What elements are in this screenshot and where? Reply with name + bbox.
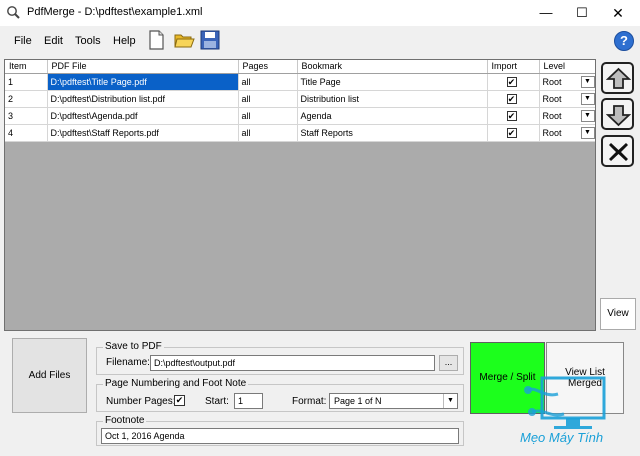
column-header-pages[interactable]: Pages: [238, 60, 298, 74]
level-dropdown-button[interactable]: ▼: [580, 126, 595, 139]
cell-bookmark[interactable]: Staff Reports: [297, 124, 488, 142]
level-dropdown-button[interactable]: ▼: [580, 92, 595, 105]
column-header-item[interactable]: Item: [5, 60, 48, 74]
level-value: Root: [542, 127, 562, 138]
table-row[interactable]: 3 D:\pdftest\Agenda.pdf all Agenda ✔ Root ▼: [5, 107, 595, 125]
cell-level[interactable]: Root ▼: [539, 90, 595, 108]
footnote-input[interactable]: Oct 1, 2016 Agenda: [101, 428, 459, 444]
import-checkbox[interactable]: ✔: [506, 76, 517, 87]
cell-import[interactable]: ✔: [487, 73, 540, 91]
cell-pages[interactable]: all: [238, 73, 298, 91]
cell-import[interactable]: ✔: [487, 90, 540, 108]
down-arrow-icon: [606, 105, 631, 127]
cell-pages[interactable]: all: [238, 124, 298, 142]
check-icon: ✔: [507, 110, 516, 121]
title-bar: PdfMerge - D:\pdftest\example1.xml — ☐ ✕: [0, 0, 640, 26]
chevron-down-icon: ▼: [443, 394, 457, 408]
footnote-group: Footnote Oct 1, 2016 Agenda: [96, 415, 464, 446]
watermark-text: Mẹo Máy Tính: [520, 430, 604, 445]
start-input[interactable]: 1: [234, 393, 263, 409]
column-header-import[interactable]: Import: [487, 60, 540, 74]
column-header-level[interactable]: Level: [539, 60, 595, 74]
cell-pdf-file[interactable]: D:\pdftest\Staff Reports.pdf: [47, 124, 239, 142]
app-magnifier-icon: [7, 6, 20, 19]
level-value: Root: [542, 110, 562, 121]
footnote-label: Footnote: [103, 415, 147, 426]
menu-bar: File Edit Tools Help: [0, 26, 640, 56]
format-select[interactable]: Page 1 of N ▼: [329, 393, 458, 409]
page-numbering-group: Page Numbering and Foot Note Number Page…: [96, 378, 464, 412]
up-arrow-icon: [606, 67, 631, 89]
cell-import[interactable]: ✔: [487, 124, 540, 142]
cell-item[interactable]: 4: [5, 124, 48, 142]
level-value: Root: [542, 76, 562, 87]
level-dropdown-button[interactable]: ▼: [580, 109, 595, 122]
close-button[interactable]: ✕: [600, 0, 636, 26]
cell-pdf-file[interactable]: D:\pdftest\Distribution list.pdf: [47, 90, 239, 108]
format-select-value: Page 1 of N: [334, 396, 382, 406]
filename-label: Filename:: [106, 357, 150, 368]
start-label: Start:: [205, 396, 229, 407]
save-to-pdf-group: Save to PDF Filename: D:\pdftest\output.…: [96, 341, 464, 375]
number-pages-checkbox[interactable]: ✔: [174, 395, 185, 406]
menu-edit[interactable]: Edit: [44, 35, 63, 47]
add-files-button[interactable]: Add Files: [12, 338, 87, 413]
cell-level[interactable]: Root ▼: [539, 107, 595, 125]
open-folder-icon[interactable]: [173, 29, 195, 51]
menu-tools[interactable]: Tools: [75, 35, 101, 47]
check-icon: ✔: [507, 93, 516, 104]
import-checkbox[interactable]: ✔: [506, 110, 517, 121]
cell-bookmark[interactable]: Distribution list: [297, 90, 488, 108]
help-icon[interactable]: ?: [614, 31, 634, 51]
save-to-pdf-label: Save to PDF: [103, 341, 164, 352]
cell-bookmark[interactable]: Title Page: [297, 73, 488, 91]
move-down-button[interactable]: [601, 98, 634, 130]
cell-level[interactable]: Root ▼: [539, 73, 595, 91]
table-row[interactable]: 4 D:\pdftest\Staff Reports.pdf all Staff Re…: [5, 124, 595, 142]
cell-import[interactable]: ✔: [487, 107, 540, 125]
check-icon: ✔: [507, 76, 516, 87]
column-header-bookmark[interactable]: Bookmark: [297, 60, 488, 74]
menu-file[interactable]: File: [14, 35, 32, 47]
cell-pages[interactable]: all: [238, 90, 298, 108]
format-label: Format:: [292, 396, 327, 407]
window-title: PdfMerge - D:\pdftest\example1.xml: [27, 6, 203, 18]
grid-header: Item PDF File Pages Bookmark Import Leve…: [5, 60, 595, 74]
cell-pages[interactable]: all: [238, 107, 298, 125]
page-numbering-label: Page Numbering and Foot Note: [103, 378, 249, 389]
menu-help[interactable]: Help: [113, 35, 136, 47]
browse-button[interactable]: ...: [439, 355, 458, 371]
import-checkbox[interactable]: ✔: [506, 93, 517, 104]
level-dropdown-button[interactable]: ▼: [580, 75, 595, 88]
level-value: Root: [542, 93, 562, 104]
remove-button[interactable]: [601, 135, 634, 167]
check-icon: ✔: [175, 395, 184, 405]
check-icon: ✔: [507, 127, 516, 138]
cell-pdf-file[interactable]: D:\pdftest\Title Page.pdf: [47, 73, 239, 91]
maximize-button[interactable]: ☐: [564, 0, 600, 26]
cell-bookmark[interactable]: Agenda: [297, 107, 488, 125]
number-pages-label: Number Pages:: [106, 396, 176, 407]
delete-x-icon: [609, 143, 628, 161]
table-row[interactable]: 1 D:\pdftest\Title Page.pdf all Title Page ✔…: [5, 73, 595, 91]
cell-item[interactable]: 1: [5, 73, 48, 91]
new-file-icon[interactable]: [145, 29, 167, 51]
cell-level[interactable]: Root ▼: [539, 124, 595, 142]
pdf-file-grid: Item PDF File Pages Bookmark Import Leve…: [4, 59, 596, 331]
cell-pdf-file[interactable]: D:\pdftest\Agenda.pdf: [47, 107, 239, 125]
table-row[interactable]: 2 D:\pdftest\Distribution list.pdf all Dist…: [5, 90, 595, 108]
move-up-button[interactable]: [601, 62, 634, 94]
minimize-button[interactable]: —: [528, 0, 564, 26]
import-checkbox[interactable]: ✔: [506, 127, 517, 138]
save-disk-icon[interactable]: [199, 29, 221, 51]
filename-input[interactable]: D:\pdftest\output.pdf: [150, 355, 435, 371]
cell-item[interactable]: 3: [5, 107, 48, 125]
view-button[interactable]: View: [600, 298, 636, 330]
cell-item[interactable]: 2: [5, 90, 48, 108]
column-header-pdf-file[interactable]: PDF File: [47, 60, 239, 74]
